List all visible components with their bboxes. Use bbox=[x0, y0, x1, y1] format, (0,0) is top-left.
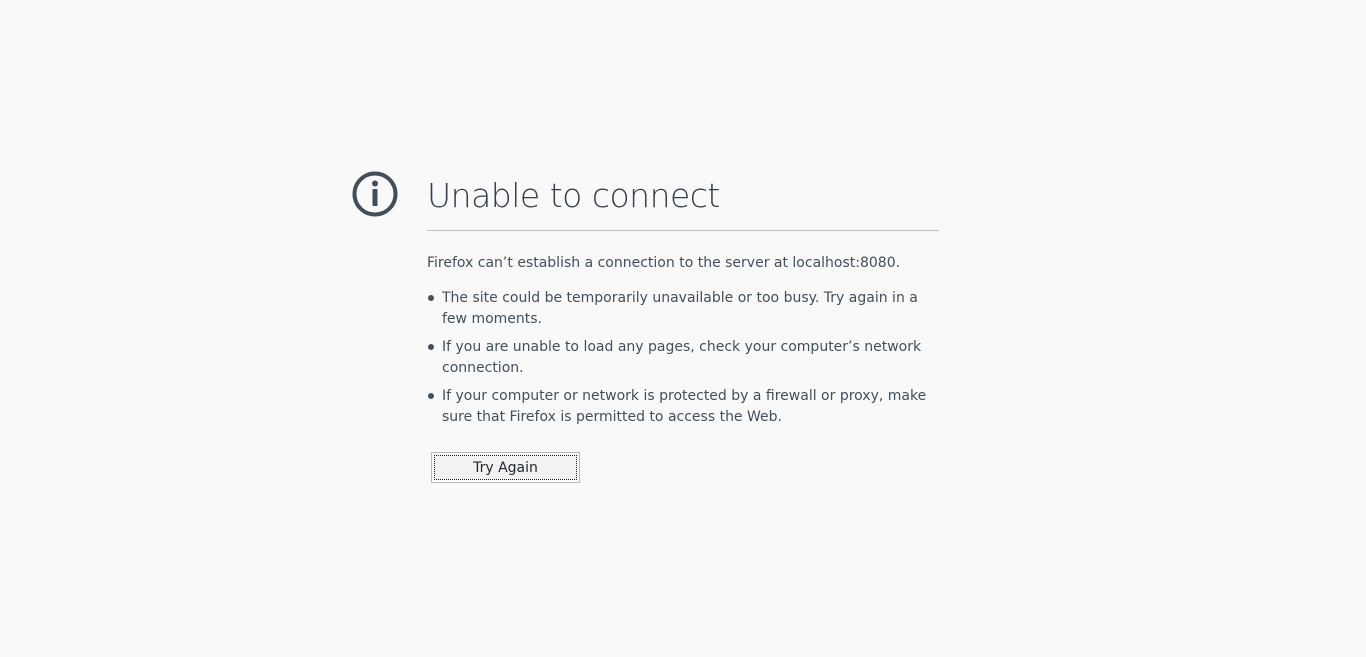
bullet-icon bbox=[428, 393, 434, 399]
tip-text: The site could be temporarily unavailabl… bbox=[442, 290, 918, 327]
try-again-button-frame: Try Again bbox=[431, 452, 580, 483]
error-description: Firefox can’t establish a connection to … bbox=[427, 255, 901, 271]
page-title: Unable to connect bbox=[427, 176, 720, 215]
tip-text: If you are unable to load any pages, che… bbox=[442, 339, 922, 376]
info-icon bbox=[351, 170, 399, 218]
list-item: If your computer or network is protected… bbox=[427, 386, 947, 428]
error-tips-list: The site could be temporarily unavailabl… bbox=[427, 288, 947, 435]
bullet-icon bbox=[428, 344, 434, 350]
list-item: The site could be temporarily unavailabl… bbox=[427, 288, 947, 330]
try-again-button[interactable]: Try Again bbox=[434, 455, 577, 480]
tip-text: If your computer or network is protected… bbox=[442, 388, 927, 425]
bullet-icon bbox=[428, 295, 434, 301]
error-title-area: Unable to connect bbox=[427, 170, 939, 231]
list-item: If you are unable to load any pages, che… bbox=[427, 337, 947, 379]
